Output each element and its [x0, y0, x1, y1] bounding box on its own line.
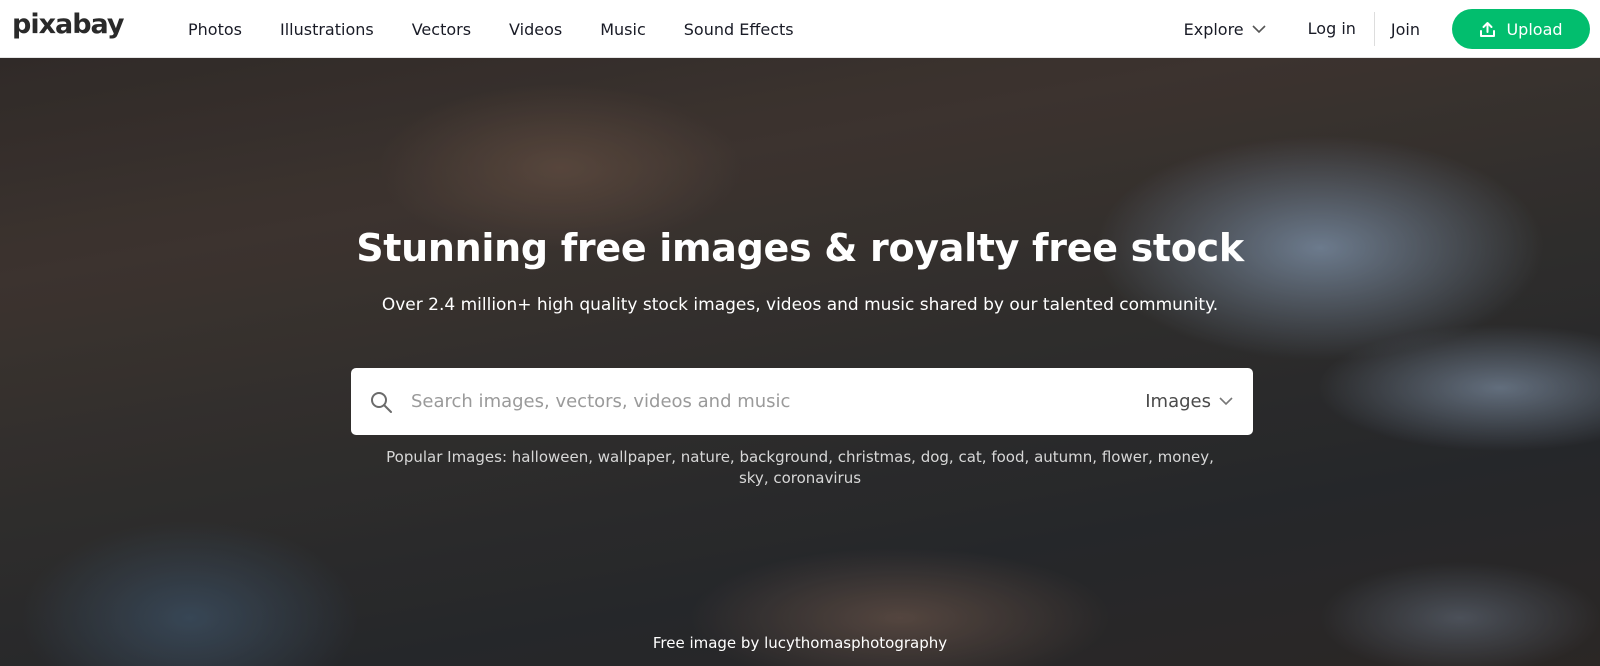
nav-sound-effects[interactable]: Sound Effects — [684, 20, 794, 39]
upload-label: Upload — [1506, 19, 1563, 39]
popular-tag[interactable]: autumn — [1034, 448, 1092, 466]
pixabay-logo[interactable]: pixabay — [12, 9, 125, 40]
popular-searches: Popular Images: halloween, wallpaper, na… — [386, 448, 1214, 487]
search-type-label: Images — [1145, 391, 1211, 412]
hero-subtitle: Over 2.4 million+ high quality stock ima… — [381, 295, 1219, 315]
popular-tag[interactable]: christmas — [838, 448, 911, 466]
popular-tag[interactable]: dog — [921, 448, 949, 466]
popular-tag[interactable]: money — [1158, 448, 1209, 466]
search-input[interactable] — [409, 390, 1146, 413]
nav-vectors[interactable]: Vectors — [412, 20, 471, 39]
header-actions: Explore Log in Join Upload — [1184, 0, 1600, 58]
search-type-select[interactable]: Images — [1145, 391, 1233, 412]
nav-music[interactable]: Music — [600, 20, 646, 39]
nav-photos[interactable]: Photos — [188, 20, 242, 39]
nav-illustrations[interactable]: Illustrations — [280, 20, 374, 39]
explore-menu-button[interactable]: Explore — [1184, 20, 1266, 39]
upload-button[interactable]: Upload — [1452, 9, 1590, 49]
popular-tag[interactable]: cat — [958, 448, 981, 466]
join-link[interactable]: Join — [1391, 20, 1420, 39]
popular-tag[interactable]: food — [991, 448, 1024, 466]
login-link[interactable]: Log in — [1308, 12, 1375, 46]
hero-section: Stunning free images & royalty free stoc… — [0, 58, 1600, 666]
explore-label: Explore — [1183, 19, 1244, 39]
top-navigation-bar: pixabay Photos Illustrations Vectors Vid… — [0, 0, 1600, 58]
popular-tag[interactable]: halloween — [512, 448, 588, 466]
popular-tag[interactable]: coronavirus — [773, 469, 861, 487]
upload-icon — [1480, 21, 1496, 37]
nav-videos[interactable]: Videos — [509, 20, 562, 39]
popular-tag[interactable]: flower — [1102, 448, 1148, 466]
popular-tag[interactable]: background — [739, 448, 828, 466]
chevron-down-icon — [1219, 397, 1233, 406]
hero-title: Stunning free images & royalty free stoc… — [356, 226, 1244, 270]
popular-tag[interactable]: nature — [681, 448, 730, 466]
search-bar: Images — [351, 368, 1253, 435]
main-nav: Photos Illustrations Vectors Videos Musi… — [188, 0, 832, 58]
image-credit[interactable]: Free image by lucythomasphotography — [0, 634, 1600, 652]
search-icon[interactable] — [369, 390, 393, 414]
popular-tag[interactable]: wallpaper — [598, 448, 671, 466]
hero-background-image — [0, 58, 1600, 666]
chevron-down-icon — [1252, 24, 1266, 33]
popular-prefix: Popular Images: — [386, 448, 507, 466]
popular-tag[interactable]: sky — [739, 469, 764, 487]
